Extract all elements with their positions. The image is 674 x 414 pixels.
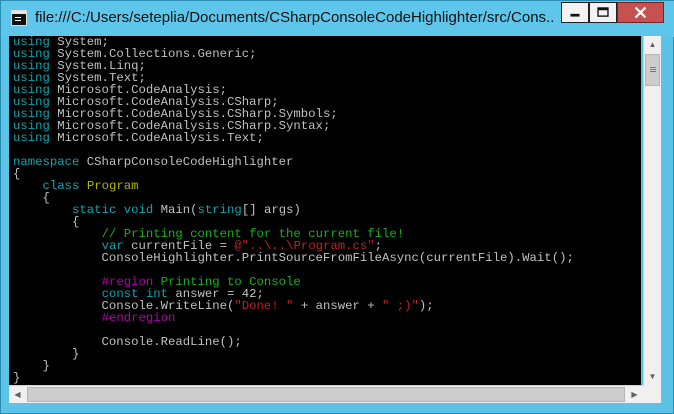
title-bar[interactable]: file:///C:/Users/seteplia/Documents/CSha… [1,1,674,37]
code-token: [] args) [241,203,301,217]
close-button[interactable] [617,2,664,23]
horizontal-scrollbar[interactable]: ◀ ▶ [9,385,643,403]
code-token: Microsoft.CodeAnalysis.Text; [49,131,264,145]
scroll-right-arrow-icon[interactable]: ▶ [626,386,643,403]
resize-grip[interactable] [643,385,661,403]
scroll-up-arrow-icon[interactable]: ▲ [644,36,661,53]
code-token: #endregion [101,311,176,325]
console-output[interactable]: using System; using System.Collections.Ge… [9,36,641,385]
code-line: namespace CSharpConsoleCodeHighlighter [13,156,574,168]
code-token: "Done! " [234,299,294,313]
code-token: + answer + [293,299,382,313]
code-token: namespace [13,155,80,169]
console-window: file:///C:/Users/seteplia/Documents/CSha… [0,0,674,414]
minimize-icon [570,13,580,17]
horizontal-scroll-thumb[interactable] [27,387,625,402]
maximize-button[interactable] [589,2,617,23]
code-line: ConsoleHighlighter.PrintSourceFromFileAs… [13,252,574,264]
close-icon [634,6,647,19]
maximize-icon [597,7,609,17]
code-token: ConsoleHighlighter.PrintSourceFromFileAs… [13,251,574,265]
window-title: file:///C:/Users/seteplia/Documents/CSha… [35,9,555,26]
code-token: CSharpConsoleCodeHighlighter [79,155,294,169]
code-token: " ;)" [382,299,419,313]
code-listing: using System; using System.Collections.Ge… [13,36,574,384]
code-line: } [13,348,574,360]
vertical-scrollbar[interactable]: ▲ ▼ [643,36,661,385]
code-line: Console.ReadLine(); [13,336,574,348]
code-token: Main( [153,203,198,217]
code-token: string [197,203,242,217]
minimize-button[interactable] [561,2,589,23]
scroll-down-arrow-icon[interactable]: ▼ [644,368,661,385]
code-line: class Program [13,180,574,192]
code-line: } [13,360,574,372]
console-window-icon[interactable] [11,10,27,26]
code-token: ); [418,299,434,313]
vertical-scroll-thumb[interactable] [645,54,660,86]
code-token: } [13,371,21,385]
code-line: } [13,372,574,384]
code-token: void [123,203,154,217]
code-line: #endregion [13,312,574,324]
code-token: Program [86,179,139,193]
code-line: static void Main(string[] args) [13,204,574,216]
code-line: using Microsoft.CodeAnalysis.Text; [13,132,574,144]
scroll-left-arrow-icon[interactable]: ◀ [9,386,26,403]
